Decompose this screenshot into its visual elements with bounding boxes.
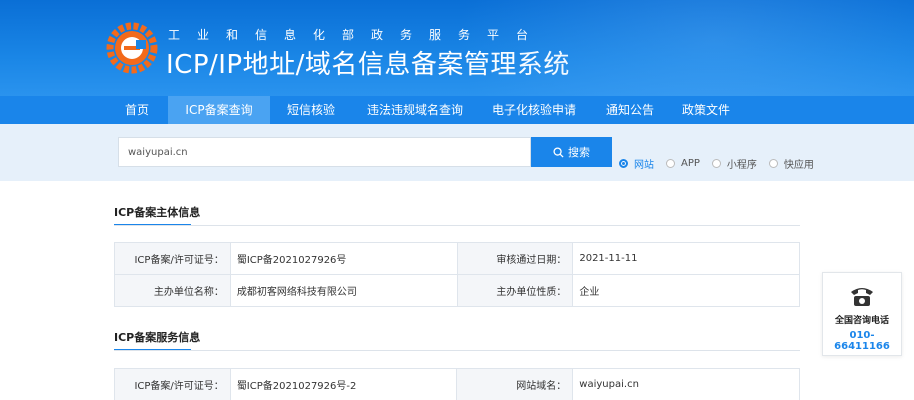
subject-info-table: ICP备案/许可证号： 蜀ICP备2021027926号 审核通过日期： 202…	[114, 242, 800, 307]
telephone-icon	[851, 288, 873, 306]
platform-name: 工业和信息化部政务服务平台	[168, 28, 546, 42]
nav-item-icp-query[interactable]: ICP备案查询	[168, 96, 270, 124]
search-area: 搜索 网站 APP 小程序 快应用	[0, 124, 914, 181]
table-row: 主办单位名称： 成都初客网络科技有限公司 主办单位性质： 企业	[114, 274, 800, 307]
nav-item-sms-verify[interactable]: 短信核验	[270, 96, 352, 124]
system-title: ICP/IP地址/域名信息备案管理系统	[166, 50, 570, 80]
search-input[interactable]	[118, 137, 531, 167]
section-divider	[114, 225, 800, 226]
contact-phone-number: 010-66411166	[834, 330, 890, 352]
radio-app[interactable]: APP	[666, 158, 700, 169]
ministry-logo-icon	[106, 22, 158, 74]
organizer-name-label: 主办单位名称：	[114, 274, 231, 307]
approval-date-label: 审核通过日期：	[456, 242, 574, 275]
header-banner: 工业和信息化部政务服务平台 ICP/IP地址/域名信息备案管理系统	[0, 0, 914, 96]
nav-item-notices[interactable]: 通知公告	[590, 96, 670, 124]
approval-date-value: 2021-11-11	[572, 242, 800, 275]
search-icon	[553, 146, 564, 158]
contact-float-panel[interactable]: 全国咨询电话 010-66411166	[822, 272, 902, 356]
radio-mini-program[interactable]: 小程序	[711, 156, 757, 171]
domain-value: waiyupai.cn	[572, 368, 800, 400]
search-button-label: 搜索	[568, 146, 590, 159]
service-info-table: ICP备案/许可证号： 蜀ICP备2021027926号-2 网站域名： wai…	[114, 368, 800, 400]
radio-dot-icon	[666, 159, 675, 168]
radio-label: APP	[681, 158, 700, 169]
contact-label: 全国咨询电话	[834, 316, 889, 326]
radio-website[interactable]: 网站	[619, 156, 654, 171]
service-info-title: ICP备案服务信息	[114, 331, 201, 351]
table-row: ICP备案/许可证号： 蜀ICP备2021027926号-2 网站域名： wai…	[114, 368, 800, 400]
organizer-name-value: 成都初客网络科技有限公司	[229, 274, 458, 307]
radio-label: 网站	[634, 160, 654, 171]
nav-item-illegal-domain-query[interactable]: 违法违规域名查询	[352, 96, 478, 124]
radio-label: 小程序	[726, 160, 757, 171]
organizer-type-label: 主办单位性质：	[456, 274, 574, 307]
license-number-value: 蜀ICP备2021027926号	[229, 242, 458, 275]
subject-info-title: ICP备案主体信息	[114, 206, 201, 226]
nav-item-electronic-verify[interactable]: 电子化核验申请	[478, 96, 590, 124]
radio-dot-icon	[619, 159, 628, 168]
nav-item-policies[interactable]: 政策文件	[670, 96, 742, 124]
service-license-label: ICP备案/许可证号：	[114, 368, 231, 400]
nav-item-home[interactable]: 首页	[106, 96, 168, 124]
organizer-type-value: 企业	[572, 274, 800, 307]
radio-label: 快应用	[783, 160, 814, 171]
main-nav: 首页 ICP备案查询 短信核验 违法违规域名查询 电子化核验申请 通知公告 政策…	[0, 96, 914, 124]
radio-quick-app[interactable]: 快应用	[768, 156, 814, 171]
radio-dot-icon	[768, 159, 778, 168]
table-row: ICP备案/许可证号： 蜀ICP备2021027926号 审核通过日期： 202…	[114, 242, 800, 275]
search-button[interactable]: 搜索	[531, 137, 612, 167]
section-divider	[114, 350, 800, 351]
license-number-label: ICP备案/许可证号：	[114, 242, 231, 275]
radio-dot-icon	[711, 159, 721, 168]
search-type-options: 网站 APP 小程序 快应用	[619, 156, 826, 171]
service-license-value: 蜀ICP备2021027926号-2	[229, 368, 458, 400]
domain-label: 网站域名：	[456, 368, 574, 400]
